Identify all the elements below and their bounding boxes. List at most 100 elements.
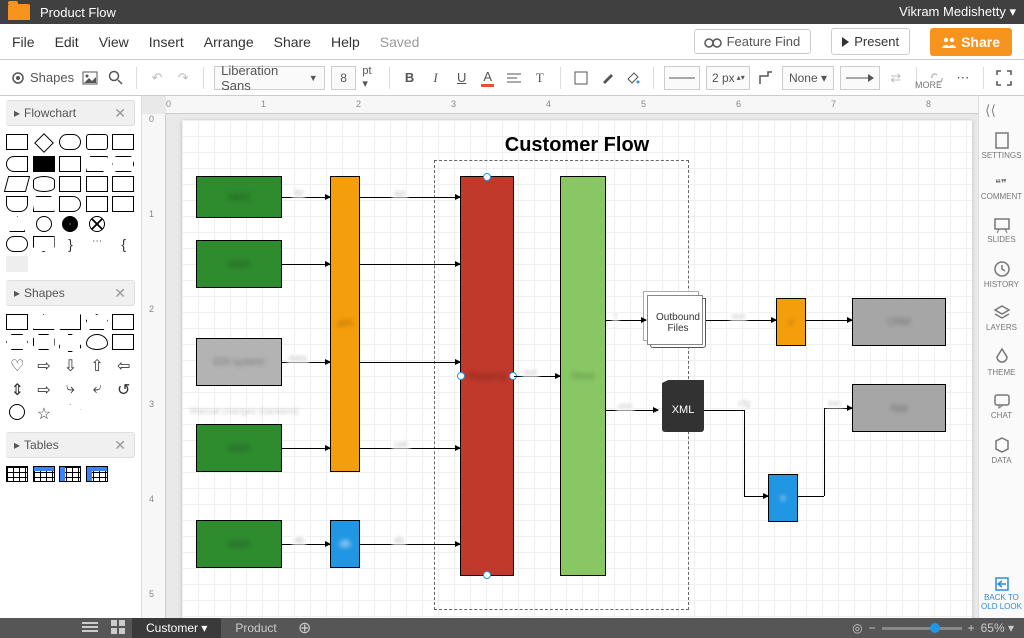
shape[interactable] [59,196,81,212]
add-page-icon[interactable]: ⊕ [291,618,319,638]
shape-cylinder[interactable] [33,176,55,192]
fullscreen-icon[interactable] [994,67,1014,89]
arrow-end-select[interactable] [840,66,880,90]
shape[interactable]: ⋯ [86,236,109,252]
shape[interactable] [112,334,134,350]
shape[interactable] [59,334,81,352]
node-green-1[interactable]: label [196,176,282,218]
shape-table[interactable] [86,466,108,482]
shape-arrow[interactable]: ⇨ [33,356,56,376]
shape[interactable] [33,156,55,172]
tab-customer[interactable]: Customer ▾ [132,618,221,638]
share-button[interactable]: Share [930,28,1012,56]
selection-handle[interactable] [483,571,491,579]
menu-insert[interactable]: Insert [149,34,184,50]
history-tab[interactable]: HISTORY [979,256,1024,293]
section-shapes[interactable]: ▸Shapes✕ [6,280,135,306]
shape[interactable] [112,196,134,212]
redo-icon[interactable]: ↷ [173,67,193,89]
shape[interactable] [6,256,28,272]
connector[interactable] [798,496,824,497]
shape-heart[interactable]: ♡ [6,356,29,376]
outline-icon[interactable] [76,621,104,636]
shape-rect2[interactable] [112,134,134,150]
grid-icon[interactable] [104,620,132,637]
shape[interactable] [6,334,28,350]
tab-product[interactable]: Product [221,618,290,638]
border-color-button[interactable] [597,67,617,89]
shape-rounded[interactable] [86,134,108,150]
shape[interactable] [112,314,134,330]
shape-terminator[interactable] [59,134,81,150]
shape-brace[interactable]: { [112,236,135,252]
node-red-selected[interactable]: Mapping [460,176,514,576]
shape-circle[interactable] [36,216,52,232]
settings-tab[interactable]: SETTINGS [979,127,1024,164]
feature-find[interactable]: Feature Find [694,29,812,54]
shape-arrow[interactable]: ⇨ [33,380,56,400]
shape-rect[interactable] [6,134,28,150]
selection-handle[interactable] [483,173,491,181]
shape[interactable] [86,334,108,350]
close-icon[interactable]: ✕ [114,105,126,122]
shape[interactable] [6,314,28,330]
connector[interactable] [824,408,852,409]
shape[interactable] [59,404,81,420]
shape[interactable] [112,176,134,192]
shapes-toggle[interactable]: Shapes [10,70,74,86]
zoom-target-icon[interactable]: ◎ [852,621,862,635]
shape-arrow[interactable]: ⇧ [86,356,109,376]
shape-arrow[interactable]: ⤶ [86,380,109,400]
shape-arrow[interactable]: ⇕ [6,380,29,400]
shape[interactable] [59,176,81,192]
shape-brace[interactable]: } [59,236,82,252]
shape[interactable] [86,156,108,172]
connector[interactable] [282,264,330,265]
search-icon[interactable] [106,67,126,89]
connector[interactable] [360,197,460,198]
diagram-page[interactable]: Customer Flow label label EDI system Man… [182,120,972,618]
shape[interactable] [59,156,81,172]
canvas[interactable]: 012345678 012345 Customer Flow label lab… [142,96,978,618]
shape-triangle[interactable] [9,216,25,232]
chat-tab[interactable]: CHAT [979,389,1024,424]
swap-ends-icon[interactable]: ⇄ [886,67,906,89]
connector[interactable] [360,544,460,545]
shape[interactable] [4,176,30,192]
connector[interactable] [360,264,460,265]
line-routing-icon[interactable] [756,67,776,89]
underline-button[interactable]: U [452,67,472,89]
node-grey-right-2[interactable]: App [852,384,946,432]
node-orange-tall[interactable]: API [330,176,360,472]
connector[interactable] [704,410,744,411]
zoom-out[interactable]: − [869,621,876,635]
align-button[interactable] [504,67,524,89]
connector[interactable] [744,496,768,497]
comment-tab[interactable]: ❝❞COMMENT [979,172,1024,205]
node-lightgreen[interactable]: Store [560,176,606,576]
data-tab[interactable]: DATA [979,432,1024,469]
connector[interactable] [282,448,330,449]
italic-button[interactable]: I [426,67,446,89]
shape[interactable] [86,314,108,330]
theme-tab[interactable]: THEME [979,344,1024,381]
shape[interactable] [33,236,55,252]
connector[interactable] [360,448,460,449]
collapse-right-icon[interactable]: ⟨⟨ [979,102,996,119]
connector[interactable] [806,320,852,321]
line-style-select[interactable] [664,66,701,90]
shape-arrow[interactable]: ↺ [112,380,135,400]
node-green-2[interactable]: label [196,240,282,288]
shape[interactable] [6,196,28,212]
node-grey-1[interactable]: EDI system [196,338,282,386]
insert-image-icon[interactable] [80,67,100,89]
layers-tab[interactable]: LAYERS [979,301,1024,336]
folder-icon[interactable] [8,4,30,20]
undo-icon[interactable]: ↶ [147,67,167,89]
slides-tab[interactable]: SLIDES [979,213,1024,248]
shape[interactable] [62,216,78,232]
node-orange-small[interactable]: x [776,298,806,346]
user-menu[interactable]: Vikram Medishetty ▾ [899,4,1016,20]
menu-file[interactable]: File [12,34,35,50]
menu-help[interactable]: Help [331,34,360,50]
